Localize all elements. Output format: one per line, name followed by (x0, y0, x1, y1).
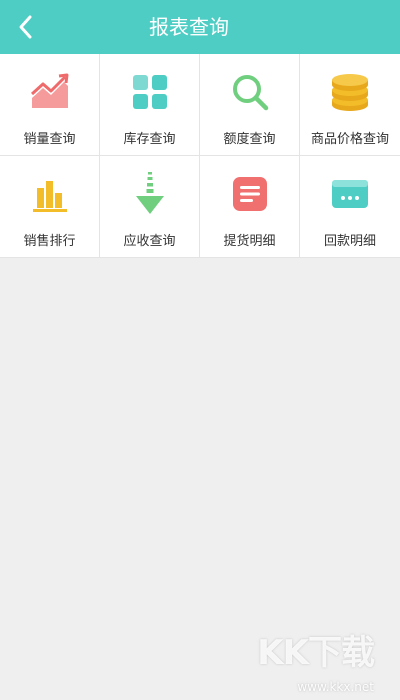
menu-item-sales-ranking[interactable]: 销售排行 (0, 156, 100, 258)
menu-item-inventory-query[interactable]: 库存查询 (100, 54, 200, 156)
menu-item-label: 回款明细 (323, 234, 376, 249)
menu-item-sales-query[interactable]: 销量查询 (0, 54, 100, 156)
bar-chart-icon (28, 172, 72, 216)
menu-item-credit-query[interactable]: 额度查询 (200, 54, 300, 156)
menu-item-receivable-query[interactable]: 应收查询 (100, 156, 200, 258)
menu-item-label: 销售排行 (23, 234, 76, 249)
menu-item-label: 额度查询 (223, 132, 276, 147)
menu-item-price-query[interactable]: 商品价格查询 (300, 54, 400, 156)
menu-item-payment-details[interactable]: 回款明细 (300, 156, 400, 258)
menu-item-label: 库存查询 (123, 132, 176, 147)
menu-item-label: 商品价格查询 (310, 132, 389, 147)
page-title: 报表查询 (149, 15, 229, 39)
menu-item-label: 提货明细 (223, 234, 276, 249)
menu-item-label: 应收查询 (123, 234, 176, 249)
arrow-down-icon (128, 172, 172, 216)
card-icon (328, 172, 372, 216)
search-icon (228, 70, 272, 114)
report-menu-grid: 销量查询 库存查询 额度查询 商品价格查询 销售排行 应收查询 提货明细 回款明… (0, 54, 400, 258)
watermark-url: www.kkx.net (297, 680, 374, 694)
coins-stack-icon (328, 70, 372, 114)
menu-item-pickup-details[interactable]: 提货明细 (200, 156, 300, 258)
app-header: 报表查询 (0, 0, 400, 54)
blocks-icon (128, 70, 172, 114)
watermark-logo: KK下载 (257, 633, 375, 673)
trend-chart-icon (28, 70, 72, 114)
menu-item-label: 销量查询 (23, 132, 76, 147)
document-icon (228, 172, 272, 216)
